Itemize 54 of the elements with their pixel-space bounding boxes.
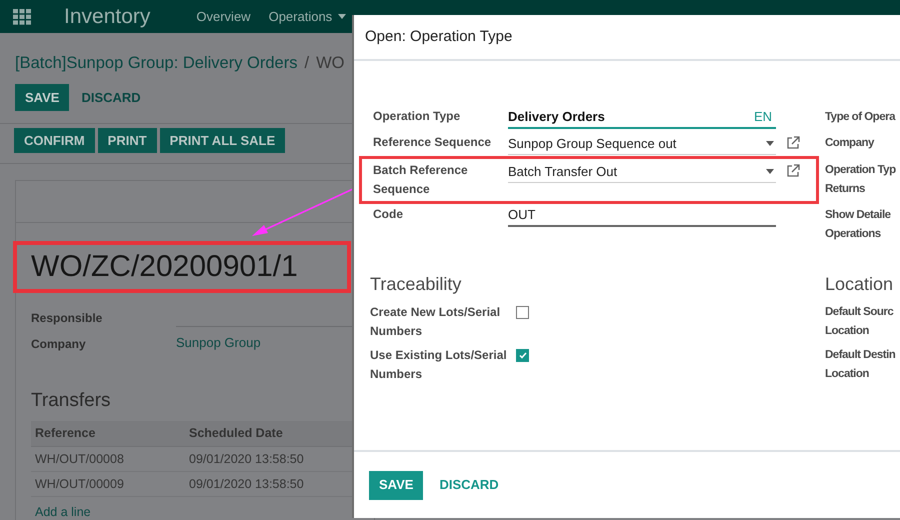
save-button[interactable]: SAVE <box>15 84 70 111</box>
discard-button[interactable]: DISCARD <box>439 475 499 495</box>
breadcrumb-current: WO <box>316 53 344 74</box>
table-cell-text: WH/OUT/00009 <box>34 476 125 493</box>
save-button[interactable]: SAVE <box>369 470 424 500</box>
record-title: WO/ZC/20200901/1 <box>31 249 298 286</box>
table-cell-text: WH/OUT/00008 <box>34 450 125 468</box>
nav-menu-item[interactable]: Operations <box>268 6 346 26</box>
field-label: Code <box>372 206 404 223</box>
apps-grid-icon[interactable] <box>13 8 31 24</box>
field-label: Operation Type <box>372 108 462 125</box>
caret-icon <box>338 14 346 19</box>
option-label: Create New Lots/Serial Numbers <box>370 304 502 340</box>
column-header: Scheduled Date <box>188 425 283 442</box>
checkbox[interactable] <box>516 306 529 319</box>
field-label: Reference Sequence <box>372 134 492 151</box>
field-label: Operation Typ Returns <box>825 163 896 197</box>
checkbox[interactable] <box>516 349 529 362</box>
app-title: Inventory <box>64 4 150 30</box>
discard-button[interactable]: DISCARD <box>81 88 141 107</box>
column-header: Reference <box>34 425 96 442</box>
field-label: Default Destin Location <box>825 348 896 382</box>
field-label: Responsible <box>31 310 104 327</box>
field-label: Company <box>31 336 87 353</box>
external-link-icon[interactable] <box>786 136 800 150</box>
external-link-icon[interactable] <box>786 164 800 178</box>
language-tag[interactable]: EN <box>754 107 772 127</box>
header-button[interactable]: CONFIRM <box>14 128 95 153</box>
section-title: Location <box>825 273 894 296</box>
field-label: Company <box>825 136 876 151</box>
select-field[interactable]: Batch Transfer Out <box>508 161 776 183</box>
header-button[interactable]: PRINT <box>98 128 157 153</box>
breadcrumb-link[interactable]: [Batch]Sunpop Group: Delivery Orders <box>15 51 298 76</box>
caret-icon <box>766 169 774 174</box>
option-label: Use Existing Lots/Serial Numbers <box>370 347 508 383</box>
company-link[interactable]: Sunpop Group <box>176 333 261 353</box>
section-title: Transfers <box>31 388 112 413</box>
section-title: Traceability <box>370 273 462 296</box>
nav-menu-item[interactable]: Overview <box>196 6 251 26</box>
operation-type-field[interactable]: Delivery Orders EN <box>508 107 776 129</box>
field-label: Batch Reference Sequence <box>372 162 469 198</box>
header-button[interactable]: PRINT ALL SALE <box>160 128 286 153</box>
field-label: Type of Opera <box>825 110 896 125</box>
breadcrumb-separator: / <box>304 53 310 74</box>
table-cell-text: 09/01/2020 13:58:50 <box>188 476 304 493</box>
table-cell-text: 09/01/2020 13:58:50 <box>188 450 304 468</box>
add-line-link[interactable]: Add a line <box>31 503 91 520</box>
field-label: Show Detaile Operations <box>825 208 892 242</box>
check-icon <box>518 352 526 359</box>
dialog-title: Open: Operation Type <box>365 26 512 47</box>
select-field[interactable]: Sunpop Group Sequence out <box>508 133 776 155</box>
field-label: Default Sourc Location <box>825 305 894 339</box>
caret-icon <box>766 141 774 146</box>
code-field[interactable]: OUT <box>508 205 776 227</box>
